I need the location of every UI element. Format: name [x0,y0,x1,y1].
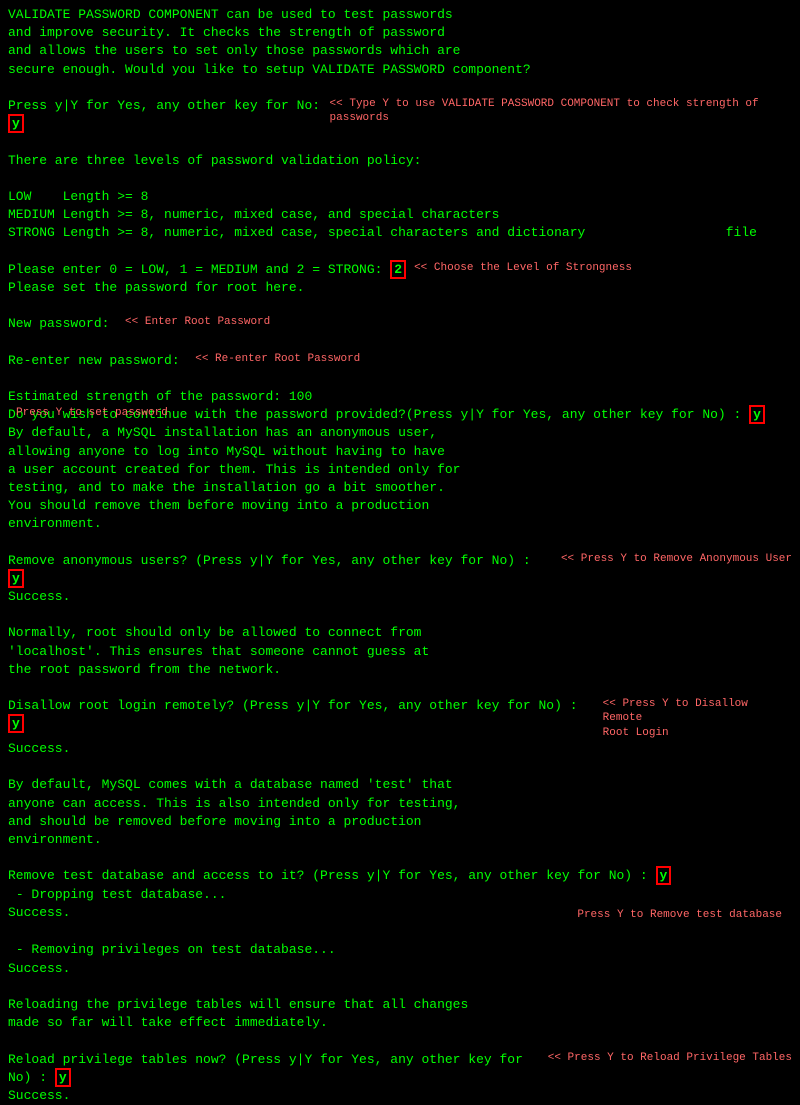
blank-6 [8,333,792,351]
line-strength: Estimated strength of the password: 100 [8,388,792,406]
line-root2: 'localhost'. This ensures that someone c… [8,643,792,661]
prompt-y3-text: Remove anonymous users? (Press y|Y for Y… [8,552,553,588]
prompt-level-text: Please enter 0 = LOW, 1 = MEDIUM and 2 =… [8,261,406,279]
level-input: 2 [390,260,406,279]
prompt-password1-text: New password: [8,315,125,333]
blank-4 [8,242,792,260]
prompt-level-row: Please enter 0 = LOW, 1 = MEDIUM and 2 =… [8,261,792,279]
line-success4: Success. [8,960,792,978]
line-test2: anyone can access. This is also intended… [8,795,792,813]
line-anon4: testing, and to make the installation go… [8,479,792,497]
y2-annotation: Press Y to set password [16,406,168,421]
prompt-y2-row: Do you wish to continue with the passwor… [8,406,792,424]
line-setpw: Please set the password for root here. [8,279,792,297]
y1-input: y [8,114,24,133]
prompt-y1-text: Press y|Y for Yes, any other key for No:… [8,97,322,133]
blank-12 [8,849,792,867]
prompt-y3-row: Remove anonymous users? (Press y|Y for Y… [8,552,792,588]
prompt-password2-text: Re-enter new password: [8,352,195,370]
line-reload2: made so far will take effect immediately… [8,1014,792,1032]
y3-input: y [8,569,24,588]
prompt-y5-text: Remove test database and access to it? (… [8,867,671,885]
level-annotation: << Choose the Level of Strongness [414,261,632,275]
line-2: and improve security. It checks the stre… [8,24,792,42]
password2-annotation: << Re-enter Root Password [195,352,360,367]
blank-9 [8,606,792,624]
line-8: There are three levels of password valid… [8,152,792,170]
line-anon3: a user account created for them. This is… [8,461,792,479]
prompt-password2-row: Re-enter new password: << Re-enter Root … [8,352,792,370]
blank-7 [8,370,792,388]
line-success1: Success. [8,588,792,606]
prompt-y6-text: Reload privilege tables now? (Press y|Y … [8,1051,540,1087]
line-removing: - Removing privileges on test database..… [8,941,792,959]
prompt-y6-row: Reload privilege tables now? (Press y|Y … [8,1051,792,1087]
prompt-password1-row: New password: << Enter Root Password [8,315,792,333]
y1-annotation: << Type Y to use VALIDATE PASSWORD COMPO… [330,97,792,126]
line-success5: Success. [8,1087,792,1105]
blank-3 [8,170,792,188]
line-4: secure enough. Would you like to setup V… [8,61,792,79]
line-test1: By default, MySQL comes with a database … [8,776,792,794]
y3-annotation: << Press Y to Remove Anonymous User [561,552,792,567]
blank-2 [8,133,792,151]
y5-annotation-side: Press Y to Remove test database [8,908,792,923]
terminal: VALIDATE PASSWORD COMPONENT can be used … [8,6,792,1105]
line-anon2: allowing anyone to log into MySQL withou… [8,443,792,461]
line-1: VALIDATE PASSWORD COMPONENT can be used … [8,6,792,24]
line-dropping: - Dropping test database... [8,886,792,904]
prompt-y1-row: Press y|Y for Yes, any other key for No:… [8,97,792,133]
line-3: and allows the users to set only those p… [8,42,792,60]
prompt-y4-row: Disallow root login remotely? (Press y|Y… [8,697,792,740]
line-success2: Success. [8,740,792,758]
y6-input: y [55,1068,71,1087]
line-root3: the root password from the network. [8,661,792,679]
line-root1: Normally, root should only be allowed to… [8,624,792,642]
line-medium: MEDIUM Length >= 8, numeric, mixed case,… [8,206,792,224]
y6-annotation: << Press Y to Reload Privilege Tables [548,1051,792,1066]
line-test3: and should be removed before moving into… [8,813,792,831]
blank-11 [8,758,792,776]
blank-1 [8,79,792,97]
blank-14 [8,978,792,996]
y2-input: y [749,405,765,424]
line-anon1: By default, a MySQL installation has an … [8,424,792,442]
prompt-y4-text: Disallow root login remotely? (Press y|Y… [8,697,595,733]
y5-input: y [656,866,672,885]
line-low: LOW Length >= 8 [8,188,792,206]
prompt-y5-row: Remove test database and access to it? (… [8,867,792,885]
blank-13 [8,923,792,941]
blank-10 [8,679,792,697]
line-anon6: environment. [8,515,792,533]
y4-annotation: << Press Y to Disallow RemoteRoot Login [603,697,792,740]
y4-input: y [8,714,24,733]
blank-5 [8,297,792,315]
line-reload1: Reloading the privilege tables will ensu… [8,996,792,1014]
line-test4: environment. [8,831,792,849]
password1-annotation: << Enter Root Password [125,315,270,330]
line-anon5: You should remove them before moving int… [8,497,792,515]
blank-8 [8,533,792,551]
line-strong: STRONG Length >= 8, numeric, mixed case,… [8,224,792,242]
blank-15 [8,1032,792,1050]
